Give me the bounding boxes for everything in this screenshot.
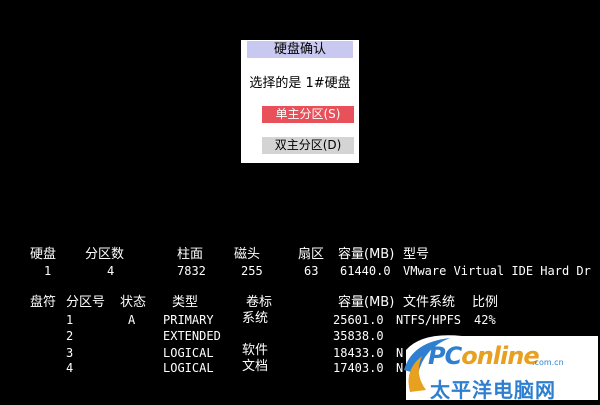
partition-filesystem: NTFS/HPFS [396, 313, 462, 327]
disk-capacity: 61440.0 [340, 264, 391, 278]
partition-label: 文档 [242, 359, 269, 374]
selected-disk-text: 选择的是 1#硬盘 [249, 76, 351, 91]
pconline-watermark-logo: PConline .com.cn 太平洋电脑网 [402, 330, 600, 405]
part-header-drive: 盘符 [30, 295, 57, 310]
partition-status: A [128, 313, 136, 327]
partition-size: 18433.0 [333, 346, 384, 360]
disk-header-partition-count: 分区数 [85, 247, 125, 262]
disk-partition-count: 4 [107, 264, 115, 278]
part-header-type: 类型 [172, 295, 199, 310]
part-header-status: 状态 [120, 295, 147, 310]
disk-header-model: 型号 [403, 247, 430, 262]
partition-ratio: 42% [474, 313, 496, 327]
logo-chinese-text: 太平洋电脑网 [430, 378, 556, 402]
partition-size: 25601.0 [333, 313, 384, 327]
disk-confirm-dialog: 硬盘确认 选择的是 1#硬盘 单主分区(S) 双主分区(D) [241, 40, 359, 163]
part-header-ratio: 比例 [472, 295, 499, 310]
disk-header-disk: 硬盘 [30, 247, 57, 262]
partition-type: LOGICAL [163, 361, 214, 375]
disk-sectors: 63 [304, 264, 319, 278]
partition-type: LOGICAL [163, 346, 214, 360]
disk-model: VMware Virtual IDE Hard Dr [403, 264, 591, 278]
logo-brand-text: PConline [428, 342, 540, 370]
logo-domain-text: .com.cn [532, 358, 564, 367]
partition-label: 系统 [242, 311, 269, 326]
part-header-number: 分区号 [66, 295, 106, 310]
disk-heads: 255 [241, 264, 263, 278]
disk-header-heads: 磁头 [234, 247, 261, 262]
partition-size: 17403.0 [333, 361, 384, 375]
partition-type: EXTENDED [163, 329, 221, 343]
disk-number: 1 [44, 264, 52, 278]
partition-label: 软件 [242, 343, 269, 358]
part-header-filesystem: 文件系统 [403, 295, 456, 310]
disk-header-cylinders: 柱面 [177, 247, 204, 262]
partition-type: PRIMARY [163, 313, 214, 327]
partition-number: 4 [66, 361, 74, 375]
dialog-title: 硬盘确认 [247, 41, 353, 58]
single-primary-partition-button[interactable]: 单主分区(S) [262, 106, 354, 123]
partition-size: 35838.0 [333, 329, 384, 343]
part-header-capacity: 容量(MB) [338, 295, 395, 310]
part-header-label: 卷标 [246, 295, 273, 310]
disk-header-capacity: 容量(MB) [338, 247, 395, 262]
partition-number: 3 [66, 346, 74, 360]
partition-number: 1 [66, 313, 74, 327]
disk-header-sectors: 扇区 [298, 247, 325, 262]
disk-cylinders: 7832 [177, 264, 206, 278]
dual-primary-partition-button[interactable]: 双主分区(D) [262, 137, 354, 154]
partition-number: 2 [66, 329, 74, 343]
